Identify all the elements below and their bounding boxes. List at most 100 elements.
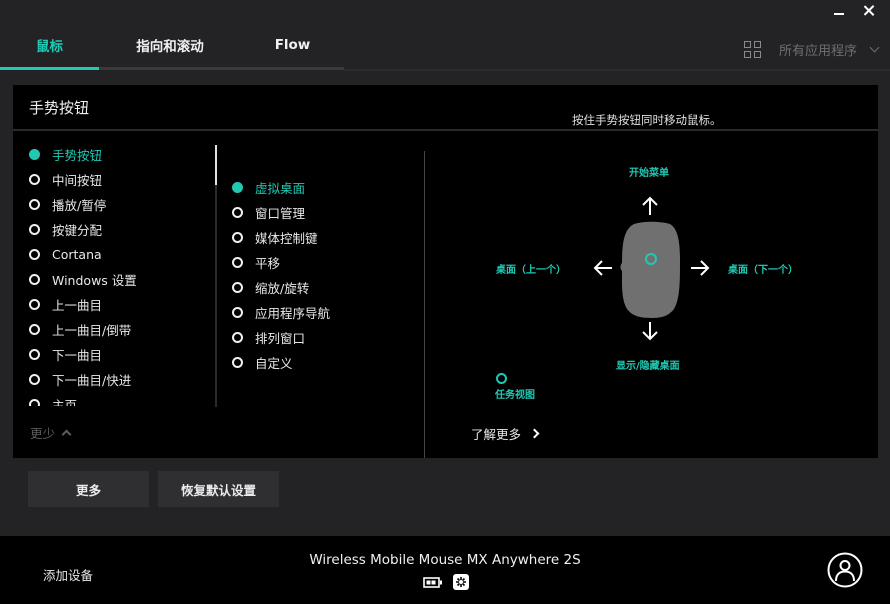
radio-icon — [29, 249, 40, 260]
button-option[interactable]: 下一曲目 — [29, 342, 209, 367]
gesture-option[interactable]: 虚拟桌面 — [232, 175, 412, 200]
battery-icon — [423, 576, 442, 588]
arrow-up-icon — [642, 196, 658, 215]
option-label: 应用程序导航 — [255, 306, 331, 321]
gesture-option[interactable]: 自定义 — [232, 350, 412, 375]
window-controls — [832, 4, 876, 18]
button-option[interactable]: 播放/暂停 — [29, 192, 209, 217]
gesture-right-label: 桌面（下一个） — [728, 265, 798, 276]
radio-selected-icon — [29, 149, 40, 160]
radio-icon — [232, 207, 243, 218]
option-label: 播放/暂停 — [52, 198, 107, 213]
option-label: 窗口管理 — [255, 206, 306, 221]
radio-icon — [232, 332, 243, 343]
option-label: 缩放/旋转 — [255, 281, 310, 296]
gesture-down-label: 显示/隐藏桌面 — [616, 361, 680, 372]
option-label: Windows 设置 — [52, 273, 137, 288]
radio-icon — [29, 349, 40, 360]
logitech-options-window: 鼠标 指向和滚动 Flow 所有应用程序 手势按钮 按住手势按钮同时移动鼠标。 … — [0, 0, 890, 604]
show-less-label: 更少 — [30, 426, 56, 441]
close-icon[interactable] — [862, 4, 876, 18]
option-label: 下一曲目 — [52, 348, 103, 363]
list-scrollbar[interactable] — [215, 145, 217, 407]
option-label: 按键分配 — [52, 223, 103, 238]
radio-icon — [232, 307, 243, 318]
panel-instruction: 按住手势按钮同时移动鼠标。 — [572, 113, 722, 127]
arrow-left-icon — [593, 260, 612, 276]
gesture-option[interactable]: 缩放/旋转 — [232, 275, 412, 300]
radio-icon — [29, 324, 40, 335]
button-option[interactable]: 主页 — [29, 392, 209, 406]
button-option[interactable]: 手势按钮 — [29, 142, 209, 167]
option-label: 虚拟桌面 — [255, 181, 306, 196]
account-avatar-icon[interactable] — [827, 552, 863, 588]
gesture-click-label: 任务视图 — [495, 390, 535, 401]
learn-more-link[interactable]: 了解更多 — [471, 424, 540, 443]
button-option[interactable]: 中间按钮 — [29, 167, 209, 192]
radio-icon — [232, 232, 243, 243]
more-button[interactable]: 更多 — [28, 471, 149, 507]
gesture-up-label: 开始菜单 — [629, 168, 669, 179]
app-selector-dropdown[interactable]: 所有应用程序 — [743, 40, 880, 59]
arrow-down-icon — [642, 322, 658, 341]
option-label: 中间按钮 — [52, 173, 103, 188]
device-footer: 添加设备 Wireless Mobile Mouse MX Anywhere 2… — [0, 536, 890, 604]
option-label: 手势按钮 — [52, 148, 103, 163]
button-option[interactable]: Windows 设置 — [29, 267, 209, 292]
gesture-preset-list: 虚拟桌面 窗口管理 媒体控制键 平移 缩放/旋转 应用程序导航 排列窗口 自定义 — [232, 175, 412, 375]
learn-more-label: 了解更多 — [471, 427, 522, 442]
scroll-thumb[interactable] — [215, 145, 217, 185]
column-divider — [424, 151, 425, 458]
device-name: Wireless Mobile Mouse MX Anywhere 2S — [309, 552, 581, 568]
option-label: 主页 — [52, 398, 78, 406]
show-less-toggle[interactable]: 更少 — [30, 423, 72, 442]
radio-icon — [29, 274, 40, 285]
option-label: Cortana — [52, 247, 102, 262]
button-function-list: 手势按钮 中间按钮 播放/暂停 按键分配 Cortana Windows 设置 … — [29, 142, 209, 406]
minimize-icon[interactable] — [832, 4, 846, 18]
option-label: 上一曲目 — [52, 298, 103, 313]
header-divider — [344, 69, 890, 71]
radio-icon — [232, 282, 243, 293]
tab-point-and-scroll[interactable]: 指向和滚动 — [99, 22, 241, 68]
task-view-ring-icon[interactable] — [496, 373, 507, 384]
gesture-button-panel: 手势按钮 按住手势按钮同时移动鼠标。 手势按钮 中间按钮 播放/暂停 按键分配 … — [13, 85, 878, 458]
chevron-down-icon — [869, 42, 880, 53]
radio-icon — [232, 257, 243, 268]
button-option[interactable]: 上一曲目/倒带 — [29, 317, 209, 342]
button-option[interactable]: 上一曲目 — [29, 292, 209, 317]
tab-bar: 鼠标 指向和滚动 Flow — [0, 22, 344, 70]
arrow-right-icon — [691, 260, 710, 276]
button-option[interactable]: 下一曲目/快进 — [29, 367, 209, 392]
chevron-right-icon — [529, 428, 540, 439]
tab-flow[interactable]: Flow — [241, 22, 344, 68]
gesture-option[interactable]: 媒体控制键 — [232, 225, 412, 250]
gesture-option[interactable]: 窗口管理 — [232, 200, 412, 225]
gesture-option[interactable]: 排列窗口 — [232, 325, 412, 350]
button-option[interactable]: 按键分配 — [29, 217, 209, 242]
gesture-option[interactable]: 平移 — [232, 250, 412, 275]
device-status — [423, 574, 469, 590]
panel-header: 手势按钮 按住手势按钮同时移动鼠标。 — [13, 85, 878, 131]
radio-icon — [29, 174, 40, 185]
mouse-illustration — [620, 221, 680, 318]
unifying-receiver-icon — [453, 574, 469, 590]
radio-icon — [232, 357, 243, 368]
gesture-left-label: 桌面（上一个） — [496, 265, 566, 276]
button-option[interactable]: Cortana — [29, 242, 209, 267]
restore-defaults-button[interactable]: 恢复默认设置 — [158, 471, 279, 507]
gesture-option[interactable]: 应用程序导航 — [232, 300, 412, 325]
active-tab-indicator — [0, 67, 99, 70]
radio-selected-icon — [232, 182, 243, 193]
tab-mouse[interactable]: 鼠标 — [0, 22, 99, 68]
chevron-up-icon — [61, 429, 72, 440]
grid-icon — [743, 41, 761, 58]
option-label: 排列窗口 — [255, 331, 306, 346]
option-label: 下一曲目/快进 — [52, 373, 132, 388]
radio-icon — [29, 199, 40, 210]
panel-title: 手势按钮 — [29, 99, 90, 117]
radio-icon — [29, 299, 40, 310]
option-label: 上一曲目/倒带 — [52, 323, 132, 338]
option-label: 自定义 — [255, 356, 293, 371]
radio-icon — [29, 224, 40, 235]
